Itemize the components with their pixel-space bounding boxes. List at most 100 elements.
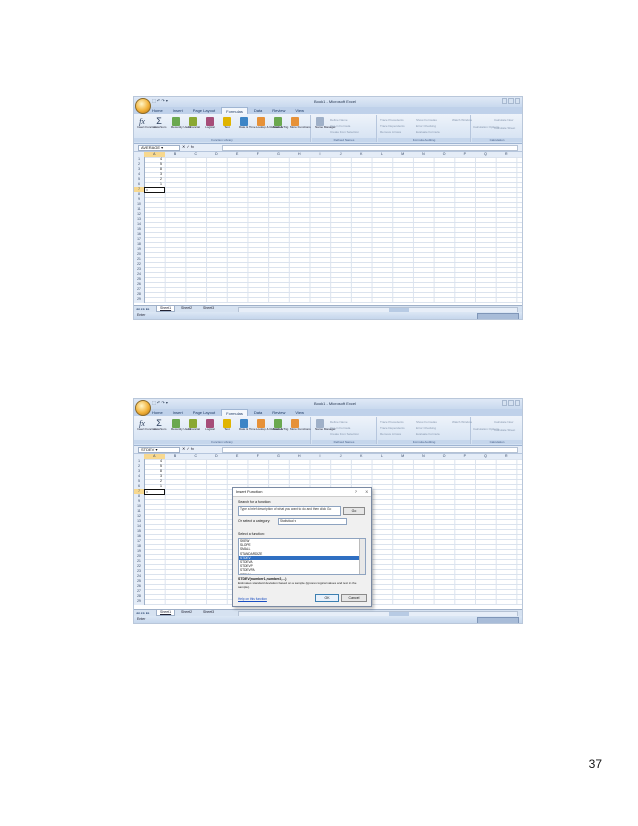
active-cell-a7[interactable]: =: [144, 187, 165, 193]
go-button[interactable]: Go: [343, 507, 365, 515]
zoom-slider[interactable]: [477, 617, 519, 623]
tab-page-layout[interactable]: Page Layout: [189, 107, 219, 114]
ribbon-button-text[interactable]: Text: [222, 117, 232, 129]
help-link[interactable]: Help on this function: [238, 597, 267, 601]
tab-insert[interactable]: Insert: [169, 107, 187, 114]
ribbon-button-financial[interactable]: Financial: [188, 117, 200, 129]
help-button[interactable]: ?: [355, 488, 357, 496]
office-button[interactable]: [135, 400, 151, 416]
ribbon-small-item[interactable]: Calculate Sheet: [494, 428, 515, 432]
ribbon-small-item[interactable]: Create from Selection: [330, 130, 359, 134]
ribbon-button-insert-function[interactable]: fx Insert Function: [137, 419, 157, 431]
tab-insert[interactable]: Insert: [169, 409, 187, 416]
ribbon-button-autosum[interactable]: Σ AutoSum: [154, 117, 166, 129]
ribbon-button-math-trig[interactable]: Math & Trig: [273, 117, 288, 129]
close-button[interactable]: [514, 98, 520, 104]
cancel-button[interactable]: Cancel: [341, 594, 367, 602]
ribbon-button-recently-used[interactable]: Recently Used: [171, 419, 191, 431]
name-box[interactable]: AVERAGE ▾: [138, 145, 180, 151]
ribbon-small-item[interactable]: Trace Precedents: [380, 420, 404, 424]
sheet-tab-sheet3[interactable]: Sheet3: [200, 306, 217, 311]
name-box[interactable]: STDEV ▾: [138, 447, 180, 453]
ribbon-button-math-trig[interactable]: Math & Trig: [273, 419, 288, 431]
formula-bar-buttons[interactable]: ✕ ✓ fx: [182, 145, 218, 149]
function-list[interactable]: SKEW SLOPE SMALL STANDARDIZE STDEV STDEVA STDE…: [238, 538, 366, 575]
cell-grid[interactable]: [134, 157, 522, 303]
tab-formulas[interactable]: Formulas: [221, 409, 248, 416]
category-select[interactable]: Statistical ▾: [278, 518, 347, 525]
ribbon-small-item[interactable]: Evaluate Formula: [416, 130, 440, 134]
minimize-button[interactable]: [502, 98, 508, 104]
function-list-item[interactable]: STEYX: [239, 573, 365, 574]
name-manager-button[interactable]: Name Manager: [315, 419, 336, 431]
sheet-tab-sheet3[interactable]: Sheet3: [200, 610, 217, 615]
ribbon-small-item[interactable]: Trace Dependents: [380, 124, 405, 128]
tab-data[interactable]: Data: [250, 107, 266, 114]
tab-review[interactable]: Review: [268, 409, 289, 416]
ribbon-button-label: AutoSum: [154, 427, 167, 431]
ribbon-button-text[interactable]: Text: [222, 419, 232, 431]
ribbon-small-item[interactable]: Error Checking: [416, 426, 436, 430]
ribbon-button-lookup-reference[interactable]: Lookup & Reference: [256, 419, 283, 431]
tab-formulas[interactable]: Formulas: [221, 107, 248, 114]
ribbon-button-date-time[interactable]: Date & Time: [239, 117, 256, 129]
ribbon-button-more-functions[interactable]: More Functions: [290, 117, 311, 129]
ribbon-small-item[interactable]: Remove Arrows: [380, 130, 401, 134]
maximize-button[interactable]: [508, 400, 514, 406]
ribbon-small-item[interactable]: Calculate Now: [494, 118, 513, 122]
quick-access-toolbar[interactable]: ⬚ ↶ ↷ ▾: [152, 400, 168, 405]
formula-input[interactable]: [222, 447, 518, 453]
ribbon-small-item[interactable]: Remove Arrows: [380, 432, 401, 436]
ribbon-button-autosum[interactable]: Σ AutoSum: [154, 419, 167, 431]
ribbon-button-logical[interactable]: Logical: [205, 419, 215, 431]
ribbon-small-item[interactable]: Trace Dependents: [380, 426, 405, 430]
maximize-button[interactable]: [508, 98, 514, 104]
ribbon-button-logical[interactable]: Logical: [205, 117, 215, 129]
ribbon-button-lookup-reference[interactable]: Lookup & Reference: [256, 117, 283, 129]
ribbon-small-item[interactable]: Define Name: [330, 118, 348, 122]
formula-bar-buttons[interactable]: ✕ ✓ fx: [182, 447, 218, 451]
close-button[interactable]: [514, 400, 520, 406]
sheet-tab-sheet2[interactable]: Sheet2: [178, 610, 195, 615]
group-label: Defined Names: [312, 138, 376, 142]
ok-button[interactable]: OK: [315, 594, 339, 602]
ribbon-small-item[interactable]: Watch Window: [452, 118, 472, 122]
ribbon-button-recently-used[interactable]: Recently Used: [171, 117, 191, 129]
search-input[interactable]: Type a brief description of what you wan…: [238, 506, 341, 516]
ribbon-button-financial[interactable]: Financial: [188, 419, 200, 431]
ribbon-button-date-time[interactable]: Date & Time: [239, 419, 256, 431]
ribbon-small-item[interactable]: Show Formulas: [416, 118, 437, 122]
office-button[interactable]: [135, 98, 151, 114]
tab-home[interactable]: Home: [148, 107, 167, 114]
quick-access-toolbar[interactable]: ⬚ ↶ ↷ ▾: [152, 98, 168, 103]
ribbon-small-item[interactable]: Create from Selection: [330, 432, 359, 436]
sheet-tab-sheet2[interactable]: Sheet2: [178, 306, 195, 311]
tab-view[interactable]: View: [291, 409, 308, 416]
row-header[interactable]: 29: [134, 297, 144, 302]
tab-review[interactable]: Review: [268, 107, 289, 114]
ribbon-small-item[interactable]: Watch Window: [452, 420, 472, 424]
zoom-slider[interactable]: [477, 313, 519, 319]
ribbon-small-item[interactable]: Evaluate Formula: [416, 432, 440, 436]
ribbon-button-more-functions[interactable]: More Functions: [290, 419, 311, 431]
ribbon-small-item[interactable]: Use in Formula: [330, 124, 350, 128]
ribbon-button-insert-function[interactable]: fx Insert Function: [137, 117, 157, 129]
ribbon-small-item[interactable]: Calculate Now: [494, 420, 513, 424]
formula-input[interactable]: [222, 145, 518, 151]
tab-home[interactable]: Home: [148, 409, 167, 416]
ribbon-small-item[interactable]: Use in Formula: [330, 426, 350, 430]
ribbon-small-item[interactable]: Define Name: [330, 420, 348, 424]
active-cell-a7[interactable]: =: [144, 489, 165, 495]
minimize-button[interactable]: [502, 400, 508, 406]
close-button[interactable]: X: [365, 488, 368, 496]
ribbon-small-item[interactable]: Error Checking: [416, 124, 436, 128]
tab-page-layout[interactable]: Page Layout: [189, 409, 219, 416]
tab-data[interactable]: Data: [250, 409, 266, 416]
name-manager-button[interactable]: Name Manager: [315, 117, 336, 129]
function-list-scrollbar[interactable]: [359, 539, 365, 574]
ribbon-small-item[interactable]: Calculate Sheet: [494, 126, 515, 130]
ribbon-small-item[interactable]: Trace Precedents: [380, 118, 404, 122]
ribbon-small-item[interactable]: Show Formulas: [416, 420, 437, 424]
row-header[interactable]: 29: [134, 599, 144, 604]
tab-view[interactable]: View: [291, 107, 308, 114]
